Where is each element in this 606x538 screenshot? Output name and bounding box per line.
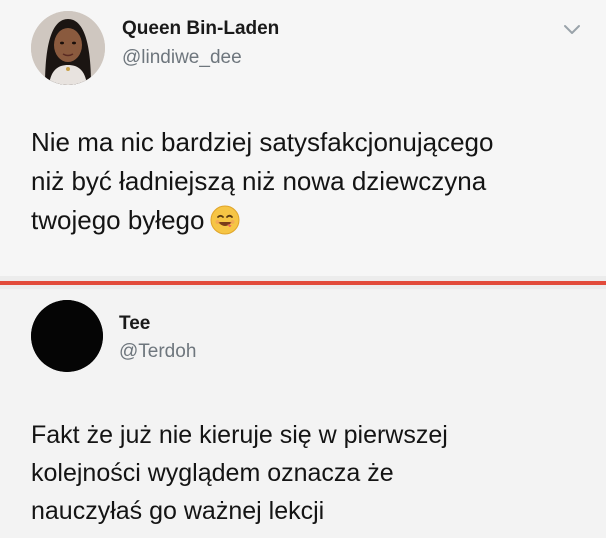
avatar[interactable] <box>31 300 103 372</box>
tweet-text-line: kolejności wyglądem oznacza że <box>31 459 394 487</box>
avatar-photo-icon <box>31 11 105 85</box>
chevron-down-icon[interactable] <box>563 22 581 36</box>
tweet-text: Fakt że już nie kieruje się w pierwszej … <box>31 416 601 530</box>
tweet-text-line-with-emoji: twojego byłego <box>31 201 601 240</box>
tweet-card[interactable]: Queen Bin-Laden @lindiwe_dee Nie ma nic … <box>0 0 606 276</box>
tweet-text-line: nauczyłaś go ważnej lekcji <box>31 497 325 525</box>
tweet-divider <box>0 276 606 289</box>
author-name[interactable]: Tee <box>119 313 150 335</box>
author-name[interactable]: Queen Bin-Laden <box>122 18 279 40</box>
tweet-text-line: Fakt że już nie kieruje się w pierwszej <box>31 421 448 449</box>
divider-bar <box>0 281 606 285</box>
avatar[interactable] <box>31 11 105 85</box>
author-handle[interactable]: @lindiwe_dee <box>122 47 242 69</box>
smiling-face-emoji-icon <box>210 205 240 235</box>
avatar-black-icon <box>31 300 103 372</box>
tweet-text-line: Nie ma nic bardziej satysfakcjonującego <box>31 127 494 157</box>
author-handle[interactable]: @Terdoh <box>119 341 196 363</box>
tweet-text-line: twojego byłego <box>31 205 205 235</box>
tweet-text: Nie ma nic bardziej satysfakcjonującego … <box>31 123 601 240</box>
tweet-text-line: niż być ładniejszą niż nowa dziewczyna <box>31 166 487 196</box>
